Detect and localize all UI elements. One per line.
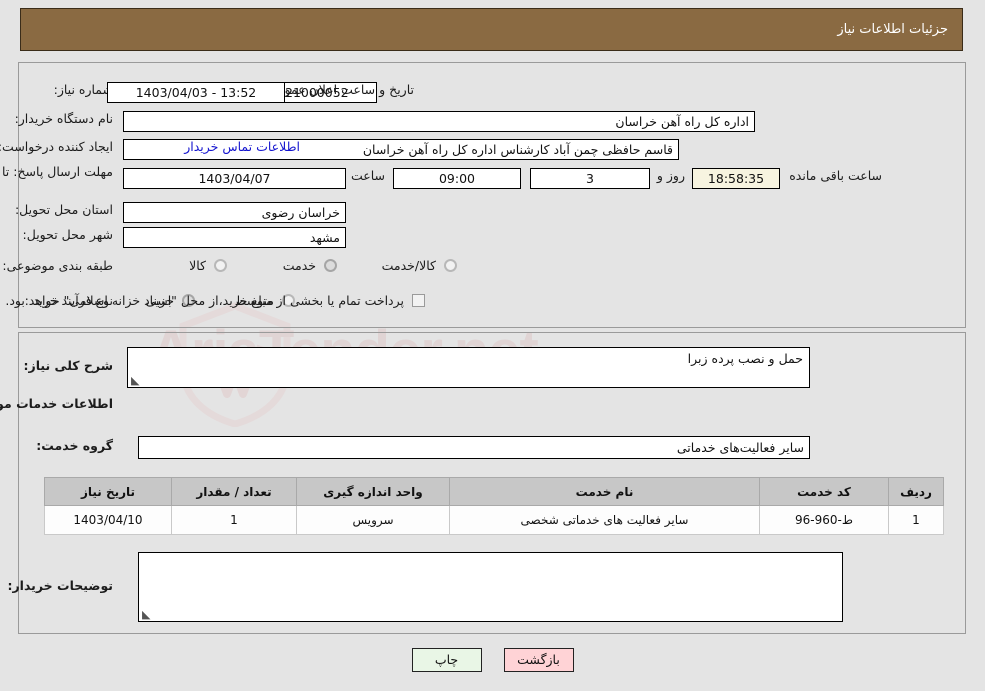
treasury-checkbox-label: پرداخت تمام یا بخشی از مبلغ خرید،از محل … [5, 293, 404, 308]
deadline-label-row: مهلت ارسال پاسخ: تا تاریخ: [0, 163, 113, 179]
services-heading-row: اطلاعات خدمات مورد نیاز [0, 396, 113, 411]
province-value[interactable]: خراسان رضوی [123, 202, 346, 223]
service-group-label-row: گروه خدمت: [36, 438, 113, 453]
province-label-row: استان محل تحویل: [15, 202, 113, 217]
general-desc-label-row: شرح کلی نیاز: [24, 358, 113, 373]
category-radio-khedmat[interactable] [324, 259, 337, 272]
deadline-label: مهلت ارسال پاسخ: تا تاریخ: [0, 164, 113, 179]
footer-actions: بازگشت چاپ [0, 648, 985, 672]
deadline-time-field[interactable]: 09:00 [393, 168, 521, 189]
category-label: طبقه بندی موضوعی: [2, 258, 113, 273]
deadline-date-field[interactable]: 1403/04/07 [123, 168, 346, 189]
city-field[interactable]: مشهد [123, 227, 346, 248]
days-remaining-field[interactable]: 3 [530, 168, 650, 189]
buyer-org-value[interactable]: اداره کل راه آهن خراسان [123, 111, 755, 132]
province-label: استان محل تحویل: [14, 202, 113, 217]
th-unit: واحد اندازه گیری [296, 477, 450, 506]
category-option-kala[interactable]: کالا [189, 258, 227, 273]
th-service-code: کد خدمت [759, 477, 889, 506]
print-button[interactable]: چاپ [411, 648, 482, 672]
category-label-kala: کالا [189, 258, 206, 273]
deadline-time-label-row: ساعت [351, 168, 385, 183]
treasury-checkbox-row[interactable]: پرداخت تمام یا بخشی از مبلغ خرید،از محل … [5, 293, 425, 308]
buyer-notes-textarea[interactable]: ◢ [138, 552, 843, 622]
service-group-label: گروه خدمت: [36, 438, 113, 453]
resize-grip-icon-notes[interactable]: ◢ [142, 608, 152, 621]
days-remaining-value[interactable]: 3 [530, 168, 650, 189]
resize-grip-icon[interactable]: ◢ [131, 374, 141, 387]
buyer-org-field[interactable]: اداره کل راه آهن خراسان [123, 111, 755, 132]
cell-quantity: 1 [171, 505, 297, 535]
th-service-name: نام خدمت [449, 477, 760, 506]
buyer-org-label: نام دستگاه خریدار: [14, 111, 113, 126]
need-number-label: شماره نیاز: [53, 82, 113, 97]
treasury-checkbox[interactable] [412, 294, 425, 307]
cell-row-no: 1 [888, 505, 944, 535]
th-need-date: تاریخ نیاز [44, 477, 172, 506]
category-option-kala-khedmat[interactable]: کالا/خدمت [382, 258, 457, 273]
buyer-notes-label-row: توضیحات خریدار: [7, 578, 113, 593]
creator-label: ایجاد کننده درخواست: [0, 139, 113, 154]
days-remaining-label-row: روز و [657, 168, 685, 183]
table-row[interactable]: 1 ط-960-96 سایر فعالیت های خدماتی شخصی س… [44, 505, 944, 535]
cell-need-date: 1403/04/10 [44, 505, 172, 535]
th-quantity: تعداد / مقدار [171, 477, 297, 506]
th-row-no: ردیف [888, 477, 944, 506]
days-remaining-label: روز و [656, 168, 685, 183]
creator-label-row: ایجاد کننده درخواست: [0, 139, 113, 154]
announce-date-field[interactable]: 13:52 - 1403/04/03 [107, 82, 285, 103]
countdown-label-row: ساعت باقی مانده [789, 168, 882, 183]
city-label: شهر محل تحویل: [22, 227, 113, 242]
page-root: AriaTender.net جزئیات اطلاعات نیاز شماره… [0, 0, 985, 691]
countdown-value: 18:58:35 [692, 168, 780, 189]
deadline-time-value[interactable]: 09:00 [393, 168, 521, 189]
category-label-row: طبقه بندی موضوعی: [2, 258, 113, 273]
deadline-time-label: ساعت [350, 168, 385, 183]
announce-date-label: تاریخ و ساعت اعلان عمومی: [263, 82, 414, 97]
announce-date-value[interactable]: 13:52 - 1403/04/03 [107, 82, 285, 103]
page-title: جزئیات اطلاعات نیاز [837, 22, 948, 37]
service-group-value[interactable]: سایر فعالیت‌های خدماتی [138, 436, 810, 459]
countdown-label: ساعت باقی مانده [789, 168, 882, 183]
service-group-field[interactable]: سایر فعالیت‌های خدماتی [138, 436, 810, 459]
cell-unit: سرویس [296, 505, 450, 535]
cell-service-code: ط-960-96 [759, 505, 889, 535]
category-radio-kala[interactable] [214, 259, 227, 272]
buyer-org-label-row: نام دستگاه خریدار: [15, 111, 113, 126]
services-table: ردیف کد خدمت نام خدمت واحد اندازه گیری ت… [44, 477, 944, 535]
general-desc-value: حمل و نصب پرده زبرا [687, 351, 803, 366]
city-value[interactable]: مشهد [123, 227, 346, 248]
category-label-khedmat: خدمت [282, 258, 316, 273]
page-header: جزئیات اطلاعات نیاز [20, 8, 963, 51]
table-header-row: ردیف کد خدمت نام خدمت واحد اندازه گیری ت… [44, 477, 944, 506]
cell-service-name: سایر فعالیت های خدماتی شخصی [449, 505, 760, 535]
buyer-contact-link-row[interactable]: اطلاعات تماس خریدار [184, 139, 300, 154]
need-number-label-row: شماره نیاز: [54, 82, 113, 97]
general-desc-textarea[interactable]: حمل و نصب پرده زبرا ◢ [127, 347, 810, 388]
buyer-notes-label: توضیحات خریدار: [7, 578, 113, 593]
announce-date-label-row: تاریخ و ساعت اعلان عمومی: [263, 82, 414, 97]
back-button[interactable]: بازگشت [503, 648, 574, 672]
category-label-kala-khedmat: کالا/خدمت [381, 258, 436, 273]
buyer-contact-link[interactable]: اطلاعات تماس خریدار [184, 139, 300, 154]
city-label-row: شهر محل تحویل: [23, 227, 113, 242]
countdown-field: 18:58:35 [692, 168, 780, 189]
deadline-date-value[interactable]: 1403/04/07 [123, 168, 346, 189]
category-radio-kala-khedmat[interactable] [444, 259, 457, 272]
category-option-khedmat[interactable]: خدمت [283, 258, 337, 273]
general-desc-label: شرح کلی نیاز: [23, 358, 113, 373]
services-heading: اطلاعات خدمات مورد نیاز [0, 396, 113, 411]
province-field[interactable]: خراسان رضوی [123, 202, 346, 223]
